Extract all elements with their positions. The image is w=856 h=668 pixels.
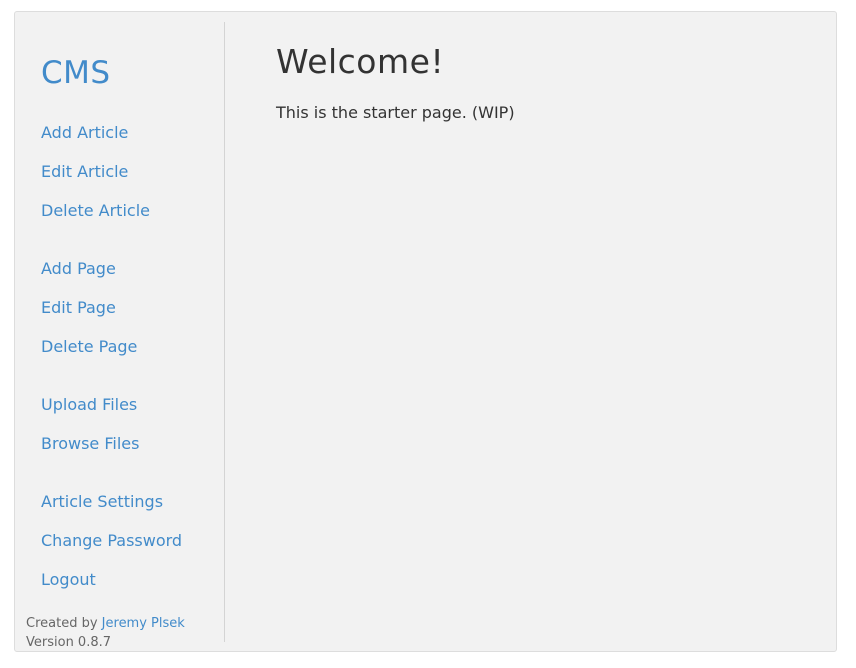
app-container: CMS Add Article Edit Article Delete Arti… [14,11,837,652]
nav-delete-article[interactable]: Delete Article [41,200,150,222]
nav-delete-page[interactable]: Delete Page [41,336,137,358]
credit-line: Created by Jeremy Plsek [26,614,185,633]
nav-change-password[interactable]: Change Password [41,530,182,552]
page-description: This is the starter page. (WIP) [276,103,515,122]
created-by-label: Created by [26,616,98,631]
nav-edit-page[interactable]: Edit Page [41,297,116,319]
author-link[interactable]: Jeremy Plsek [102,616,185,631]
version-text: Version 0.8.7 [26,635,112,650]
sidebar-footer: Created by Jeremy Plsek Version 0.8.7 [26,614,185,652]
nav-upload-files[interactable]: Upload Files [41,394,137,416]
nav-add-page[interactable]: Add Page [41,258,116,280]
page-title: Welcome! [276,42,445,81]
nav-edit-article[interactable]: Edit Article [41,161,128,183]
nav-add-article[interactable]: Add Article [41,122,128,144]
sidebar: CMS Add Article Edit Article Delete Arti… [15,22,225,650]
nav-article-settings[interactable]: Article Settings [41,491,163,513]
nav-browse-files[interactable]: Browse Files [41,433,139,455]
nav-logout[interactable]: Logout [41,569,96,591]
brand-link[interactable]: CMS [41,53,111,93]
